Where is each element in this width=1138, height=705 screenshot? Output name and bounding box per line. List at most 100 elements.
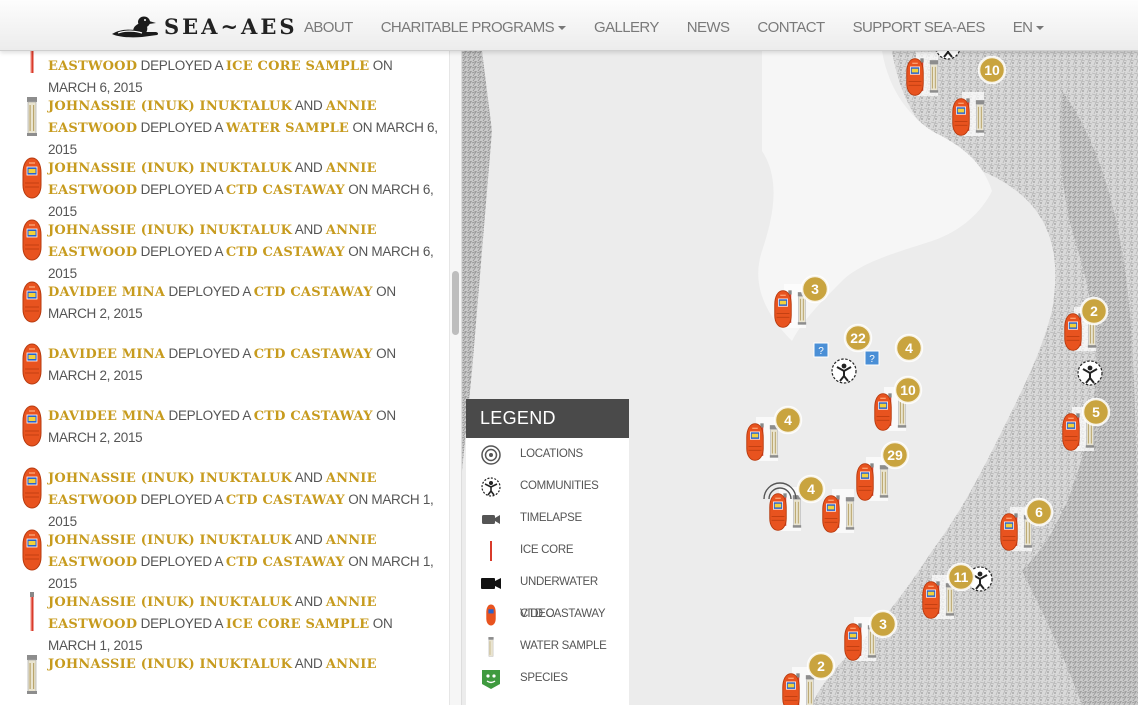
brand-logo[interactable]: SEA~AES (108, 10, 298, 42)
cluster-marker[interactable]: 10 (977, 55, 1007, 85)
person-link[interactable]: JOHNASSIE (INUK) INUKTALUK (48, 51, 292, 52)
legend-item[interactable]: COMMUNITIES (466, 470, 629, 502)
cluster-marker[interactable]: 4 (894, 333, 924, 363)
cluster-marker[interactable]: 11 (946, 562, 976, 592)
ctd-castaway-icon (20, 343, 44, 385)
and-text: AND (292, 470, 326, 485)
ctd-castaway-icon (20, 219, 44, 261)
nav-support[interactable]: SUPPORT SEA-AES (839, 0, 999, 51)
activity-text: JOHNASSIE (INUK) INUKTALUK AND ANNIE EAS… (48, 467, 438, 532)
activity-entry: JOHNASSIE (INUK) INUKTALUK AND ANNIE EAS… (0, 215, 446, 281)
cluster-marker[interactable]: 2 (806, 651, 836, 681)
legend-item[interactable]: UNDERWATER VIDEO (466, 566, 629, 620)
item-link[interactable]: CTD CASTAWAY (226, 183, 345, 198)
person-link[interactable]: JOHNASSIE (INUK) INUKTALUK (48, 533, 292, 548)
ice-core-icon (20, 51, 44, 75)
activity-entry: DAVIDEE MINA DEPLOYED A CTD CASTAWAY ON … (0, 277, 446, 339)
svg-text:?: ? (869, 354, 875, 365)
item-link[interactable]: CTD CASTAWAY (226, 245, 345, 260)
water-sample-icon (20, 95, 44, 137)
ctd-castaway-icon (20, 405, 44, 447)
activity-text: DAVIDEE MINA DEPLOYED A CTD CASTAWAY ON … (48, 405, 438, 448)
cluster-count: 10 (900, 382, 916, 398)
and-text: AND (292, 656, 326, 671)
item-link[interactable]: WATER SAMPLE (226, 121, 349, 136)
cluster-marker[interactable]: 4 (796, 474, 826, 504)
item-link[interactable]: CTD CASTAWAY (226, 555, 345, 570)
map-legend: LEGEND LOCATIONS COMMUNITIES TIMELAPSE I… (466, 399, 629, 705)
cluster-marker[interactable]: 22 (843, 323, 873, 353)
activity-entry: JOHNASSIE (INUK) INUKTALUK AND ANNIE EAS… (0, 463, 446, 529)
scrollbar-thumb[interactable] (452, 271, 459, 335)
person-link[interactable]: JOHNASSIE (INUK) INUKTALUK (48, 223, 292, 238)
water-sample-icon (975, 100, 985, 133)
and-text: AND (292, 532, 326, 547)
legend-item[interactable]: TIMELAPSE (466, 502, 629, 534)
deployed-text: DEPLOYED A (137, 244, 226, 259)
person-link[interactable]: DAVIDEE MINA (48, 285, 165, 300)
person-link[interactable]: JOHNASSIE (INUK) INUKTALUK (48, 657, 292, 672)
nav-about[interactable]: ABOUT (290, 0, 367, 51)
unknown-marker-icon[interactable]: ? (813, 342, 829, 358)
ctd-castaway-icon (22, 529, 42, 571)
caret-down-icon (558, 26, 567, 30)
cluster-count: 10 (984, 62, 1000, 78)
legend-item[interactable]: CTD CASTAWAY (466, 598, 629, 630)
person-link[interactable]: JOHNASSIE (INUK) INUKTALUK (48, 595, 292, 610)
community-marker[interactable] (1077, 360, 1103, 386)
water-sample-icon (27, 655, 37, 694)
water-sample-icon (929, 60, 939, 93)
legend-item[interactable]: WATER SAMPLE (466, 630, 629, 662)
item-link[interactable]: CTD CASTAWAY (254, 409, 373, 424)
ice-core-icon (20, 591, 44, 633)
species-icon (480, 668, 502, 690)
deployed-text: DEPLOYED A (137, 58, 226, 73)
person-link[interactable]: JOHNASSIE (INUK) INUKTALUK (48, 99, 292, 114)
person-link[interactable]: ANNIE (326, 657, 377, 672)
cluster-marker[interactable]: 2 (1079, 296, 1109, 326)
person-link[interactable]: DAVIDEE MINA (48, 409, 165, 424)
legend-item[interactable]: ICE CORE (466, 534, 629, 566)
item-link[interactable]: CTD CASTAWAY (226, 493, 345, 508)
water-sample-icon (805, 675, 815, 705)
ctd-castaway-icon (782, 673, 800, 705)
ctd-castaway-icon (906, 58, 924, 96)
activity-text: DAVIDEE MINA DEPLOYED A CTD CASTAWAY ON … (48, 343, 438, 386)
legend-title: LEGEND (466, 399, 629, 438)
water-sample-icon (480, 636, 502, 658)
nav-contact[interactable]: CONTACT (743, 0, 838, 51)
and-text: AND (292, 160, 326, 175)
water-sample-icon (769, 425, 779, 458)
activity-text: JOHNASSIE (INUK) INUKTALUK AND ANNIE EAS… (48, 219, 438, 284)
main-nav: ABOUT CHARITABLE PROGRAMS GALLERY NEWS C… (290, 0, 1058, 51)
cluster-marker[interactable]: 10 (893, 375, 923, 405)
item-link[interactable]: ICE CORE SAMPLE (226, 617, 369, 632)
person-link[interactable]: DAVIDEE MINA (48, 347, 165, 362)
cluster-marker[interactable]: 5 (1081, 397, 1111, 427)
cluster-marker[interactable]: 6 (1024, 497, 1054, 527)
nav-news[interactable]: NEWS (673, 0, 744, 51)
item-link[interactable]: CTD CASTAWAY (254, 285, 373, 300)
item-link[interactable]: ICE CORE SAMPLE (226, 59, 369, 74)
nav-language[interactable]: EN (999, 0, 1059, 51)
cluster-marker[interactable]: 3 (800, 274, 830, 304)
scrollbar-track[interactable] (449, 51, 461, 705)
person-link[interactable]: JOHNASSIE (INUK) INUKTALUK (48, 471, 292, 486)
nav-gallery[interactable]: GALLERY (580, 0, 673, 51)
cluster-marker[interactable]: 3 (868, 609, 898, 639)
activity-text: JOHNASSIE (INUK) INUKTALUK AND ANNIE (48, 653, 438, 675)
activity-text: JOHNASSIE (INUK) INUKTALUK AND ANNIE EAS… (48, 591, 438, 656)
item-link[interactable]: CTD CASTAWAY (254, 347, 373, 362)
ice-core-icon (480, 540, 502, 562)
person-link[interactable]: JOHNASSIE (INUK) INUKTALUK (48, 161, 292, 176)
ctd-castaway-icon (22, 281, 42, 323)
legend-item[interactable]: LOCATIONS (466, 438, 629, 470)
cluster-marker[interactable]: 4 (773, 405, 803, 435)
community-marker[interactable] (831, 358, 857, 384)
ice-core-icon (30, 592, 34, 631)
nav-charitable-programs[interactable]: CHARITABLE PROGRAMS (367, 0, 580, 51)
cluster-marker[interactable]: 29 (880, 440, 910, 470)
unknown-marker-icon[interactable]: ? (864, 350, 880, 366)
activity-entry: JOHNASSIE (INUK) INUKTALUK AND ANNIE EAS… (0, 587, 446, 653)
legend-item[interactable]: SPECIES (466, 662, 629, 694)
